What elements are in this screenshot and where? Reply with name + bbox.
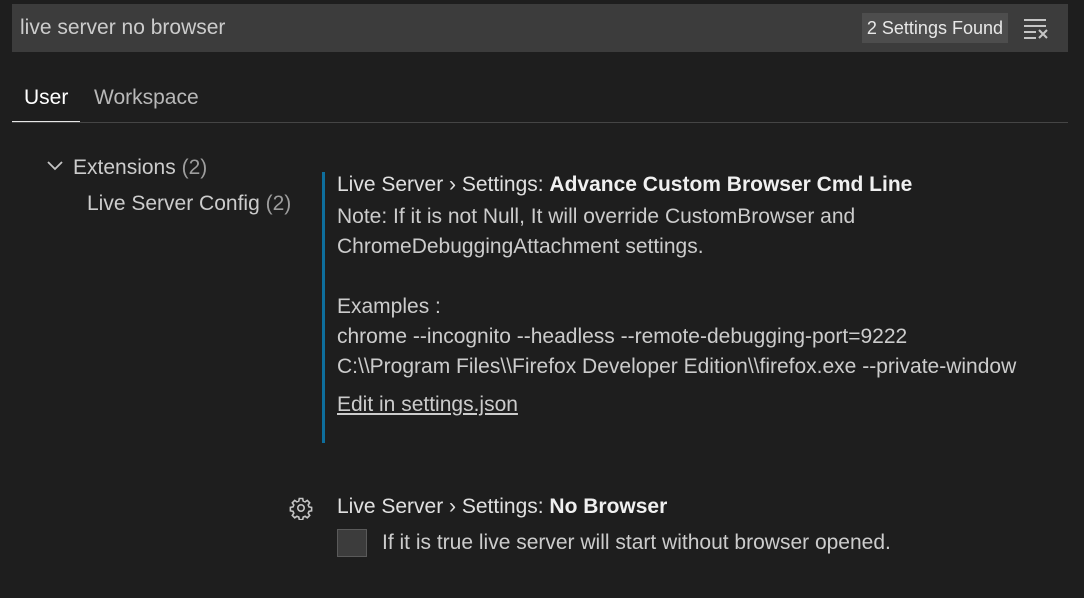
setting-description-line: C:\\Program Files\\Firefox Developer Edi…: [337, 355, 1017, 378]
settings-editor: 2 Settings Found User Workspace Extensio…: [0, 0, 1084, 598]
setting-title: Live Server › Settings: Advance Custom B…: [337, 172, 1062, 198]
toc-item-extensions[interactable]: Extensions (2): [46, 154, 207, 182]
setting-description-line: chrome --incognito --headless --remote-d…: [337, 325, 908, 348]
checkbox-label[interactable]: If it is true live server will start wit…: [382, 528, 891, 558]
tabs-divider: [12, 122, 1068, 123]
search-bar: 2 Settings Found: [12, 4, 1068, 52]
setting-description-line: ChromeDebuggingAttachment settings.: [337, 235, 704, 258]
toc-item-count: (2): [181, 156, 208, 179]
tab-user[interactable]: User: [12, 84, 81, 123]
search-input[interactable]: [12, 4, 832, 52]
setting-description-line: Examples :: [337, 295, 441, 318]
clear-filter-icon[interactable]: [1022, 16, 1050, 40]
setting-title: Live Server › Settings: No Browser: [337, 494, 1077, 520]
toc-item-label: Extensions: [73, 156, 176, 179]
setting-name: Advance Custom Browser Cmd Line: [549, 173, 913, 196]
setting-name: No Browser: [549, 495, 668, 518]
gear-icon[interactable]: [289, 496, 313, 520]
chevron-down-icon: [47, 161, 63, 171]
toc-item-label: Live Server Config: [87, 192, 260, 215]
settings-scope-tabs: User Workspace: [12, 84, 1068, 124]
tab-workspace[interactable]: Workspace: [82, 84, 211, 122]
setting-category: Live Server › Settings:: [337, 173, 550, 196]
toc-item-count: (2): [265, 192, 292, 215]
checkbox-row: If it is true live server will start wit…: [337, 528, 1077, 558]
no-browser-checkbox[interactable]: [337, 529, 367, 557]
setting-advance-custom-browser-cmd-line: Live Server › Settings: Advance Custom B…: [322, 172, 1062, 443]
setting-no-browser: Live Server › Settings: No Browser If it…: [337, 494, 1077, 558]
edit-in-settings-json-link[interactable]: Edit in settings.json: [337, 390, 518, 420]
result-count-badge: 2 Settings Found: [861, 13, 1008, 43]
setting-category: Live Server › Settings:: [337, 495, 550, 518]
toc-item-live-server-config[interactable]: Live Server Config (2): [87, 190, 291, 218]
setting-description-line: Note: If it is not Null, It will overrid…: [337, 205, 856, 228]
